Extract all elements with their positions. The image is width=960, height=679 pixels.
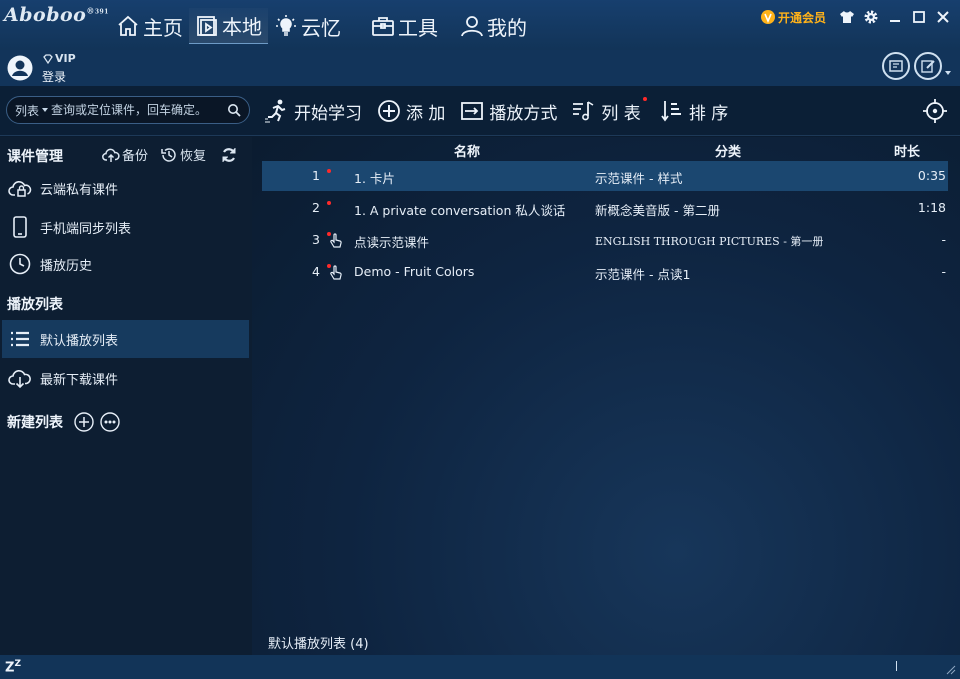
toolbar-actions: 开始学习 添 加 播放方式 列 表 排 序 [264,94,742,128]
user-actions [878,52,952,80]
exam-button[interactable] [882,52,910,80]
list-icon [11,331,29,347]
table-row[interactable]: 2 1. A private conversation 私人谈话 新概念美音版 … [262,193,948,223]
list-button[interactable]: 列 表 [571,94,647,128]
app-logo: Aboboo®391 [4,4,109,26]
touch-read-icon [327,232,342,248]
close-button[interactable] [932,6,954,28]
new-list-title: 新建列表 [7,415,63,431]
cloud-upload-icon [102,148,120,162]
nav-home[interactable]: 主页 [110,8,189,44]
toolbar: 列表 开始学习 添 加 播放方式 列 表 排 序 [0,86,960,136]
sidebar-item-latest-downloads[interactable]: 最新下载课件 [2,359,249,397]
maximize-button[interactable] [908,6,930,28]
skin-button[interactable] [836,6,858,28]
sort-button[interactable]: 排 序 [659,94,728,128]
playlist-count-label: 默认播放列表 (4) [268,637,369,652]
search-box: 列表 [6,96,250,124]
title-bar: Aboboo®391 主页 本地 云忆 工具 我的 开通会员 [0,0,960,50]
nav-tools[interactable]: 工具 [365,8,444,44]
resize-grip-icon[interactable] [944,663,956,675]
minimize-button[interactable] [884,6,906,28]
touch-read-icon [327,264,342,280]
nav-local[interactable]: 本地 [189,8,268,44]
sidebar-item-phone-sync[interactable]: 手机端同步列表 [2,208,249,246]
sleep-icon[interactable]: ZZ [5,659,21,675]
add-button[interactable]: 添 加 [376,94,445,128]
nav-mine[interactable]: 我的 [454,8,533,44]
column-header-name[interactable]: 名称 [454,141,480,160]
book-icon [889,60,903,72]
refresh-icon [222,147,236,162]
play-mode-button[interactable]: 播放方式 [459,94,557,128]
start-learning-button[interactable]: 开始学习 [264,94,362,128]
music-list-icon [573,101,594,121]
gear-icon [864,10,878,24]
plus-circle-icon [378,100,400,122]
course-list-panel: 名称 分类 时长 1 1. 卡片 示范课件 - 样式 0:35 2 1. A p… [252,137,960,655]
status-divider [896,661,897,671]
local-media-icon [197,15,217,36]
home-icon [118,15,138,36]
tshirt-icon [840,11,854,23]
list-notification-dot [642,97,647,101]
window-controls: 开通会员 [760,6,954,28]
avatar-icon[interactable] [7,55,33,81]
caret-down-icon[interactable] [944,69,952,77]
new-list-add-icon[interactable] [74,412,94,432]
close-icon [937,11,949,23]
settings-button[interactable] [860,6,882,28]
running-person-icon [265,99,286,123]
person-icon [461,16,483,37]
column-header-category[interactable]: 分类 [715,141,741,160]
caret-down-icon [42,108,49,112]
locate-current-icon[interactable] [922,98,948,124]
user-bar: VIP 登录 [0,50,960,86]
play-mode-icon [461,102,484,120]
restore-button[interactable]: 恢复 [160,145,206,164]
open-vip-button[interactable]: 开通会员 [760,9,826,26]
main-nav: 主页 本地 云忆 工具 我的 [110,8,533,44]
history-icon [161,147,176,162]
sidebar-item-history[interactable]: 播放历史 [2,245,249,283]
sidebar: 课件管理 备份 恢复 云端私有课件 手机端同步列表 播放历史 播放列表 默认播放… [0,137,252,655]
sort-icon [661,101,681,122]
nav-cloud-memory[interactable]: 云忆 [268,8,347,44]
login-link[interactable]: 登录 [42,68,66,85]
table-row[interactable]: 4 Demo - Fruit Colors 示范课件 - 点读1 - [262,257,948,287]
course-management-title: 课件管理 [7,149,63,165]
course-management-actions: 备份 恢复 [102,145,252,164]
new-marker-icon [327,201,331,205]
new-list-more-icon[interactable] [100,412,120,432]
sidebar-item-default-playlist[interactable]: 默认播放列表 [2,320,249,358]
lightbulb-icon [276,15,296,36]
refresh-button[interactable] [220,146,240,164]
sidebar-item-cloud-private[interactable]: 云端私有课件 [2,169,249,207]
edit-icon [921,60,935,73]
maximize-icon [913,11,925,23]
edit-button[interactable] [914,52,942,80]
backup-button[interactable]: 备份 [102,145,148,164]
vip-tag: VIP [42,52,76,65]
clock-icon [9,253,31,275]
cloud-lock-icon [8,181,32,197]
search-scope-dropdown[interactable]: 列表 [15,102,49,119]
download-icon [8,370,31,389]
search-icon[interactable] [227,103,241,117]
minimize-icon [890,20,900,22]
table-row[interactable]: 3 点读示范课件 ENGLISH THROUGH PICTURES - 第一册 … [262,225,948,255]
diamond-outline-icon [43,53,53,64]
vip-diamond-icon [760,10,775,24]
toolbox-icon [372,17,394,36]
table-row[interactable]: 1 1. 卡片 示范课件 - 样式 0:35 [262,161,948,191]
search-input[interactable] [51,103,222,117]
status-bar: ZZ [0,655,960,679]
new-marker-icon [327,169,331,173]
column-header-duration[interactable]: 时长 [894,141,920,160]
playlist-title: 播放列表 [7,297,63,313]
phone-icon [13,216,27,238]
